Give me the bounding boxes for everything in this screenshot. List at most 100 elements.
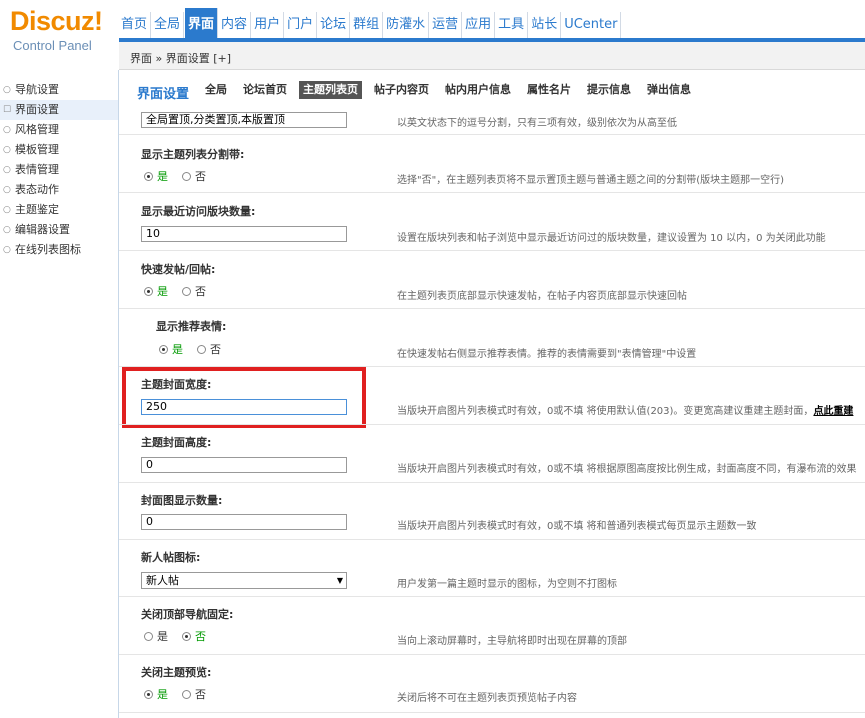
radio-no[interactable] [182, 286, 191, 296]
topnav-item[interactable]: 防灌水 [384, 12, 430, 38]
coverheight-label: 主题封面高度: [141, 436, 212, 449]
radio-yes[interactable] [144, 286, 153, 296]
radio-no-label: 否 [195, 630, 206, 643]
highlight-box [122, 367, 366, 428]
topnav-item[interactable]: 门户 [285, 12, 318, 38]
sidebar-item-label: 风格管理 [15, 123, 59, 136]
sidebar-item-label: 模板管理 [15, 143, 59, 156]
subnav-tab[interactable]: 主题列表页 [299, 81, 362, 99]
subnav-tab[interactable]: 论坛首页 [239, 81, 291, 99]
divider [119, 250, 865, 251]
coverheight-input[interactable]: 0 [141, 457, 347, 473]
breadcrumb-text[interactable]: 界面 » 界面设置 [+] [130, 50, 231, 66]
radio-no[interactable] [182, 171, 191, 181]
smilies-desc: 在快速发帖右侧显示推荐表情。推荐的表情需要到"表情管理"中设置 [397, 349, 697, 360]
divider [119, 424, 865, 425]
topnav-item[interactable]: UCenter [562, 12, 622, 38]
subnav-tab[interactable]: 帖内用户信息 [441, 81, 515, 99]
radio-yes-label: 是 [157, 630, 168, 643]
fixnav-radio-group[interactable]: 是 否 [144, 628, 220, 644]
main-content: 界面设置 全局 论坛首页 主题列表页 帖子内容页 帖内用户信息 属性名片 提示信息 弹出信息 … [119, 70, 865, 718]
circle-bullet-icon: ○ [3, 85, 11, 95]
subnav-tab[interactable]: 提示信息 [583, 81, 635, 99]
preview-desc: 关闭后将不可在主题列表页预览帖子内容 [397, 693, 577, 704]
recent-input[interactable]: 10 [141, 226, 347, 242]
smilies-label: 显示推荐表情: [156, 320, 227, 333]
divider [119, 596, 865, 597]
topnav-item[interactable]: 全局 [152, 12, 185, 38]
covercount-desc: 当版块开启图片列表模式时有效，0或不填 将和普通列表模式每页显示主题数一致 [397, 521, 757, 532]
separator-radio-group[interactable]: 是 否 [144, 168, 220, 184]
radio-yes[interactable] [144, 689, 153, 699]
divider [119, 654, 865, 655]
recent-label: 显示最近访问版块数量: [141, 205, 256, 218]
radio-no[interactable] [182, 689, 191, 699]
radio-no[interactable] [197, 344, 206, 354]
fixnav-desc: 当向上滚动屏幕时，主导航将即时出现在屏幕的顶部 [397, 636, 627, 647]
topnav-item[interactable]: 界面 [185, 8, 219, 38]
divider [119, 539, 865, 540]
topnav-item[interactable]: 用户 [252, 12, 285, 38]
topnav-item[interactable]: 工具 [496, 12, 529, 38]
preview-radio-group[interactable]: 是 否 [144, 686, 220, 702]
smilies-radio-group[interactable]: 是 否 [159, 341, 235, 357]
divider [119, 712, 865, 713]
topnav-item[interactable]: 应用 [463, 12, 496, 38]
sidebar-item-label: 表态动作 [15, 183, 59, 196]
divider [119, 482, 865, 483]
sidebar-item[interactable]: ○ 表情管理 [0, 160, 118, 180]
topnav-item[interactable]: 内容 [219, 12, 252, 38]
sidebar-item[interactable]: ☐ 界面设置 [0, 100, 118, 120]
sidebar-item-label: 界面设置 [15, 103, 59, 116]
radio-yes-label: 是 [157, 170, 168, 183]
topnav-item[interactable]: 群组 [351, 12, 384, 38]
breadcrumb: 界面 » 界面设置 [+] [119, 42, 865, 70]
radio-yes-label: 是 [157, 285, 168, 298]
coverheight-desc: 当版块开启图片列表模式时有效，0或不填 将根据原图高度按比例生成，封面高度不同，… [397, 464, 857, 475]
quickpost-desc: 在主题列表页底部显示快速发帖，在帖子内容页底部显示快速回帖 [397, 291, 687, 302]
radio-yes[interactable] [144, 171, 153, 181]
sidebar-item[interactable]: ○ 导航设置 [0, 80, 118, 100]
radio-no[interactable] [182, 631, 191, 641]
radio-yes[interactable] [159, 344, 168, 354]
logo[interactable]: Discuz! Control Panel [0, 0, 119, 70]
quickpost-radio-group[interactable]: 是 否 [144, 283, 220, 299]
rebuild-cover-link[interactable]: 点此重建 [813, 406, 853, 417]
sidebar-item[interactable]: ○ 表态动作 [0, 180, 118, 200]
header: Discuz! Control Panel 首页 全局 界面 内容 用户 门户 论坛 群组 防灌… [0, 0, 865, 70]
topnav-item[interactable]: 论坛 [318, 12, 351, 38]
logo-brand: Discuz! [10, 6, 103, 36]
radio-yes-label: 是 [172, 343, 183, 356]
sidebar-item-label: 导航设置 [15, 83, 59, 96]
preview-label: 关闭主题预览: [141, 666, 212, 679]
subnav-tab[interactable]: 弹出信息 [643, 81, 695, 99]
radio-yes[interactable] [144, 631, 153, 641]
topnav-item[interactable]: 运营 [430, 12, 463, 38]
sidebar-item[interactable]: ○ 模板管理 [0, 140, 118, 160]
divider [119, 192, 865, 193]
topnav-item[interactable]: 首页 [119, 12, 152, 38]
circle-bullet-icon: ○ [3, 225, 11, 235]
coverwidth-desc-text: 当版块开启图片列表模式时有效，0或不填 将使用默认值(203)。变更宽高建议重建… [397, 406, 814, 417]
divider [119, 308, 865, 309]
subnav-tab[interactable]: 帖子内容页 [370, 81, 433, 99]
divider [119, 134, 865, 135]
circle-bullet-icon: ○ [3, 185, 11, 195]
topnav-item[interactable]: 站长 [529, 12, 562, 38]
top-sticky-input[interactable]: 全局置顶,分类置顶,本版置顶 [141, 112, 347, 128]
sidebar-item[interactable]: ○ 风格管理 [0, 120, 118, 140]
subnav-tab[interactable]: 属性名片 [523, 81, 575, 99]
newicon-select[interactable]: 新人帖 ▼ [141, 572, 347, 589]
subnav-tab[interactable]: 全局 [201, 81, 231, 99]
sidebar-item[interactable]: ○ 在线列表图标 [0, 240, 118, 260]
radio-yes-label: 是 [157, 688, 168, 701]
covercount-input[interactable]: 0 [141, 514, 347, 530]
sidebar-item[interactable]: ○ 编辑器设置 [0, 220, 118, 240]
sidebar-item-label: 主题鉴定 [15, 203, 59, 216]
circle-bullet-icon: ○ [3, 125, 11, 135]
top-sticky-desc: 以英文状态下的逗号分割，只有三项有效，级别依次为从高至低 [397, 118, 677, 129]
sidebar-item-label: 编辑器设置 [15, 223, 70, 236]
coverwidth-desc: 当版块开启图片列表模式时有效，0或不填 将使用默认值(203)。变更宽高建议重建… [397, 402, 853, 417]
sidebar-item[interactable]: ○ 主题鉴定 [0, 200, 118, 220]
newicon-label: 新人帖图标: [141, 551, 201, 564]
